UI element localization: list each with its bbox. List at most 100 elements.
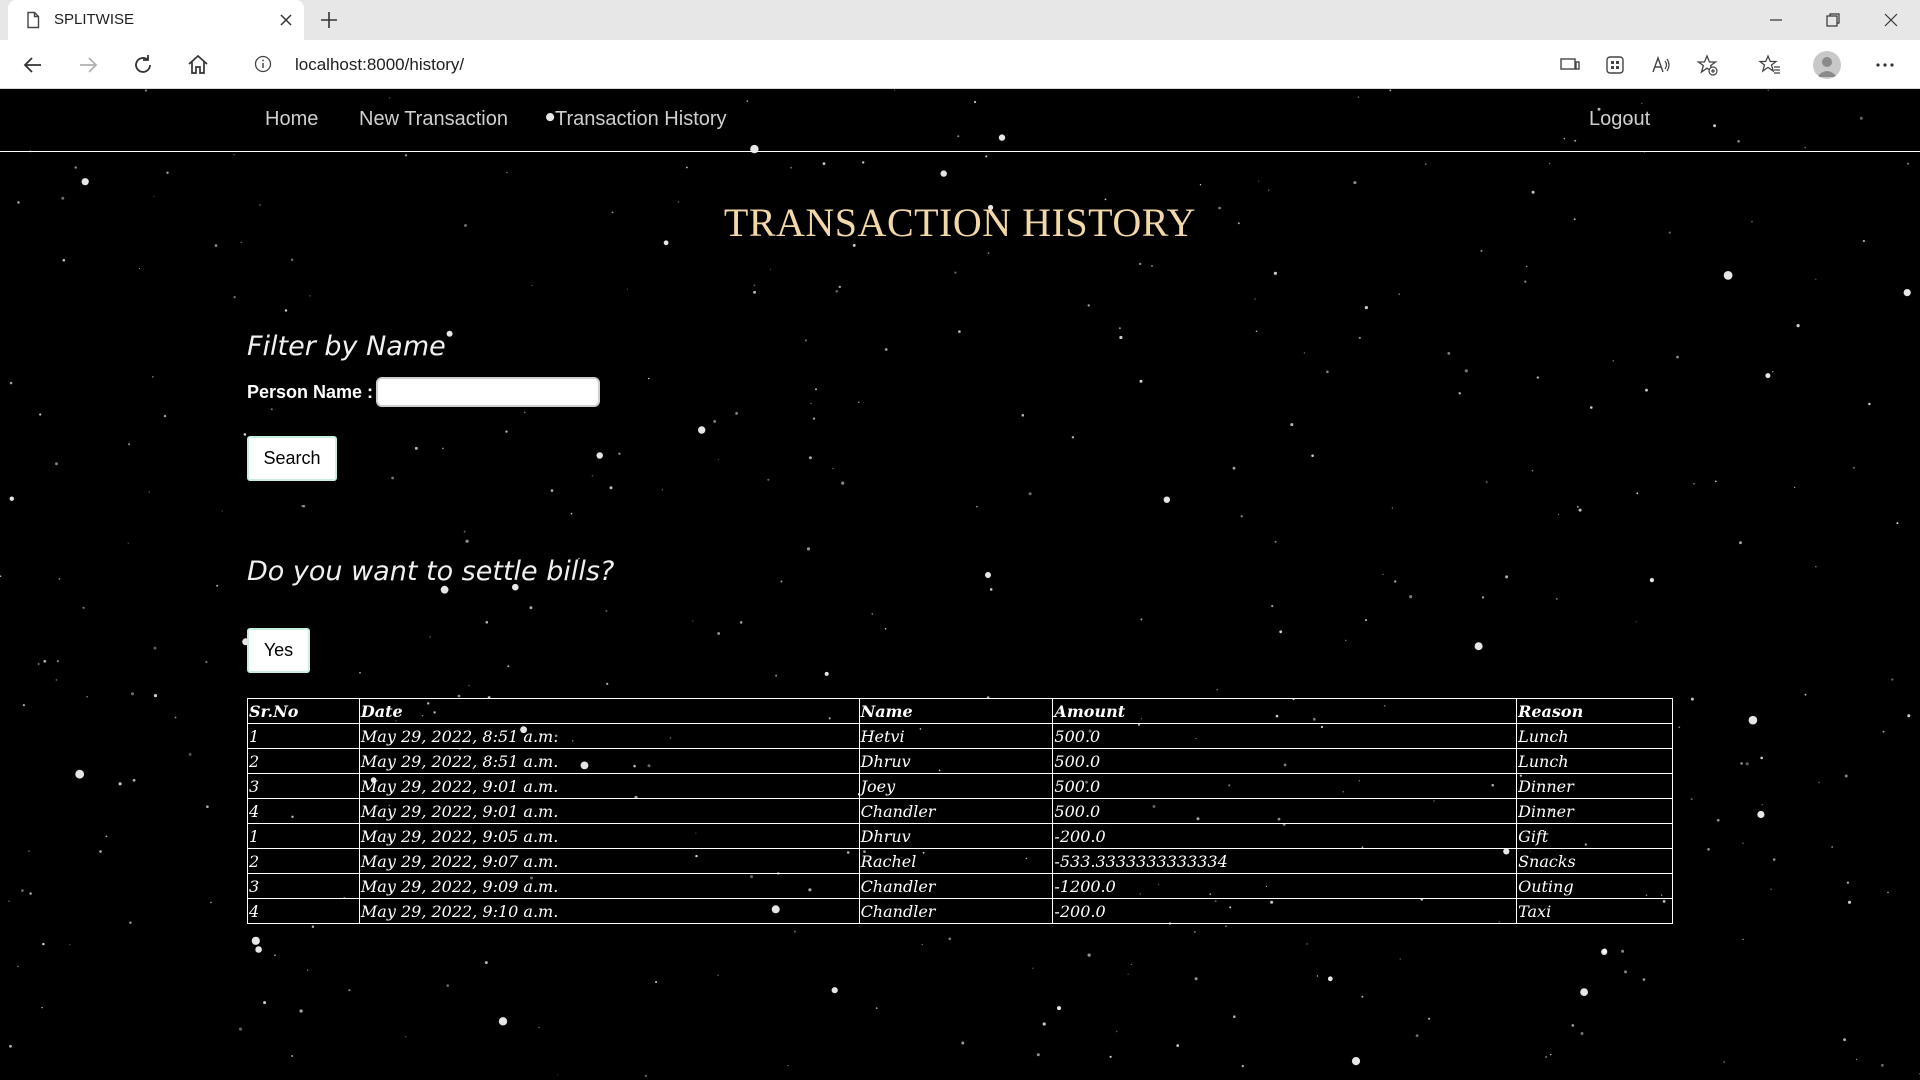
star xyxy=(1740,762,1743,765)
star xyxy=(1474,642,1483,651)
star xyxy=(605,610,608,612)
table-cell: Outing xyxy=(1516,873,1673,899)
star xyxy=(958,330,961,333)
settle-yes-button[interactable]: Yes xyxy=(247,628,310,673)
star xyxy=(1127,973,1129,975)
nav-home-link[interactable]: Home xyxy=(265,108,318,131)
star xyxy=(62,258,66,262)
site-info-icon[interactable] xyxy=(254,55,272,73)
star xyxy=(1714,480,1717,483)
star xyxy=(414,446,418,450)
star xyxy=(1690,697,1694,701)
star xyxy=(39,413,42,416)
star xyxy=(570,512,573,515)
table-cell: 500.0 xyxy=(1052,798,1518,824)
browser-tab[interactable]: SPLITWISE xyxy=(8,0,304,40)
star xyxy=(21,889,24,892)
top-navbar: Home New Transaction Transaction History… xyxy=(0,89,1920,152)
star xyxy=(1268,189,1270,191)
star xyxy=(618,452,621,455)
star xyxy=(1139,379,1143,383)
star xyxy=(831,987,838,994)
forward-icon[interactable] xyxy=(76,53,100,77)
table-cell: 3 xyxy=(247,773,360,799)
table-cell: Lunch xyxy=(1516,748,1673,774)
reload-icon[interactable] xyxy=(131,53,155,77)
profile-avatar[interactable] xyxy=(1813,51,1841,79)
browser-toolbar: localhost:8000/history/ xyxy=(0,40,1920,89)
close-window-icon[interactable] xyxy=(1881,10,1901,30)
star xyxy=(1358,336,1361,339)
star xyxy=(0,575,2,577)
address-bar[interactable]: localhost:8000/history/ xyxy=(234,45,1734,83)
star xyxy=(1505,575,1509,579)
add-favorite-icon[interactable] xyxy=(1695,53,1719,77)
nav-logout-link[interactable]: Logout xyxy=(1589,108,1650,131)
home-icon[interactable] xyxy=(186,53,210,77)
star xyxy=(987,252,990,255)
star xyxy=(1176,1044,1179,1047)
star xyxy=(787,1064,789,1067)
table-cell: Dhruv xyxy=(858,823,1054,849)
star xyxy=(1255,330,1258,333)
star xyxy=(1199,184,1202,186)
star xyxy=(717,459,719,460)
star xyxy=(793,930,796,933)
star xyxy=(808,456,812,460)
star xyxy=(1843,1038,1846,1042)
star xyxy=(446,330,453,337)
star xyxy=(37,663,40,665)
star xyxy=(1139,262,1142,266)
nav-new-transaction-link[interactable]: New Transaction xyxy=(359,108,508,131)
nav-transaction-history-link[interactable]: Transaction History xyxy=(555,108,727,131)
column-header: Amount xyxy=(1052,698,1518,724)
star xyxy=(767,478,770,481)
star xyxy=(1163,496,1171,503)
star xyxy=(17,965,19,968)
star xyxy=(306,969,309,971)
star xyxy=(1796,324,1800,328)
star xyxy=(442,447,444,450)
star xyxy=(188,753,192,756)
new-tab-icon[interactable] xyxy=(318,9,340,31)
star xyxy=(1844,774,1848,778)
star xyxy=(1194,931,1196,933)
table-cell: Joey xyxy=(858,773,1054,799)
close-tab-icon[interactable] xyxy=(278,12,294,28)
star xyxy=(884,348,888,351)
star xyxy=(1409,595,1413,599)
more-menu-icon[interactable] xyxy=(1873,53,1897,77)
device-icon[interactable] xyxy=(1558,53,1582,77)
read-aloud-icon[interactable] xyxy=(1649,53,1673,77)
star xyxy=(824,671,829,676)
star xyxy=(1621,949,1625,953)
minimize-icon[interactable] xyxy=(1766,10,1786,30)
favorites-icon[interactable] xyxy=(1758,53,1782,77)
star xyxy=(1399,958,1401,960)
star xyxy=(1109,1055,1112,1058)
star xyxy=(644,1074,648,1077)
star xyxy=(1316,975,1319,977)
star xyxy=(871,613,873,615)
apps-icon[interactable] xyxy=(1603,53,1627,77)
star xyxy=(1391,507,1394,509)
star xyxy=(309,295,311,297)
star xyxy=(1485,481,1488,484)
star xyxy=(446,984,450,987)
back-icon[interactable] xyxy=(21,53,45,77)
person-name-input[interactable] xyxy=(376,377,600,407)
table-cell: -200.0 xyxy=(1052,898,1518,924)
star xyxy=(118,782,122,786)
star xyxy=(753,284,756,287)
star xyxy=(81,178,89,186)
restore-icon[interactable] xyxy=(1823,10,1843,30)
star xyxy=(206,805,209,808)
person-name-label: Person Name : xyxy=(247,382,374,402)
star xyxy=(1578,508,1582,512)
star xyxy=(263,1001,267,1005)
star xyxy=(1274,540,1277,543)
star xyxy=(1742,842,1744,845)
search-button[interactable]: Search xyxy=(247,436,337,481)
star xyxy=(550,489,554,492)
star xyxy=(216,584,219,587)
